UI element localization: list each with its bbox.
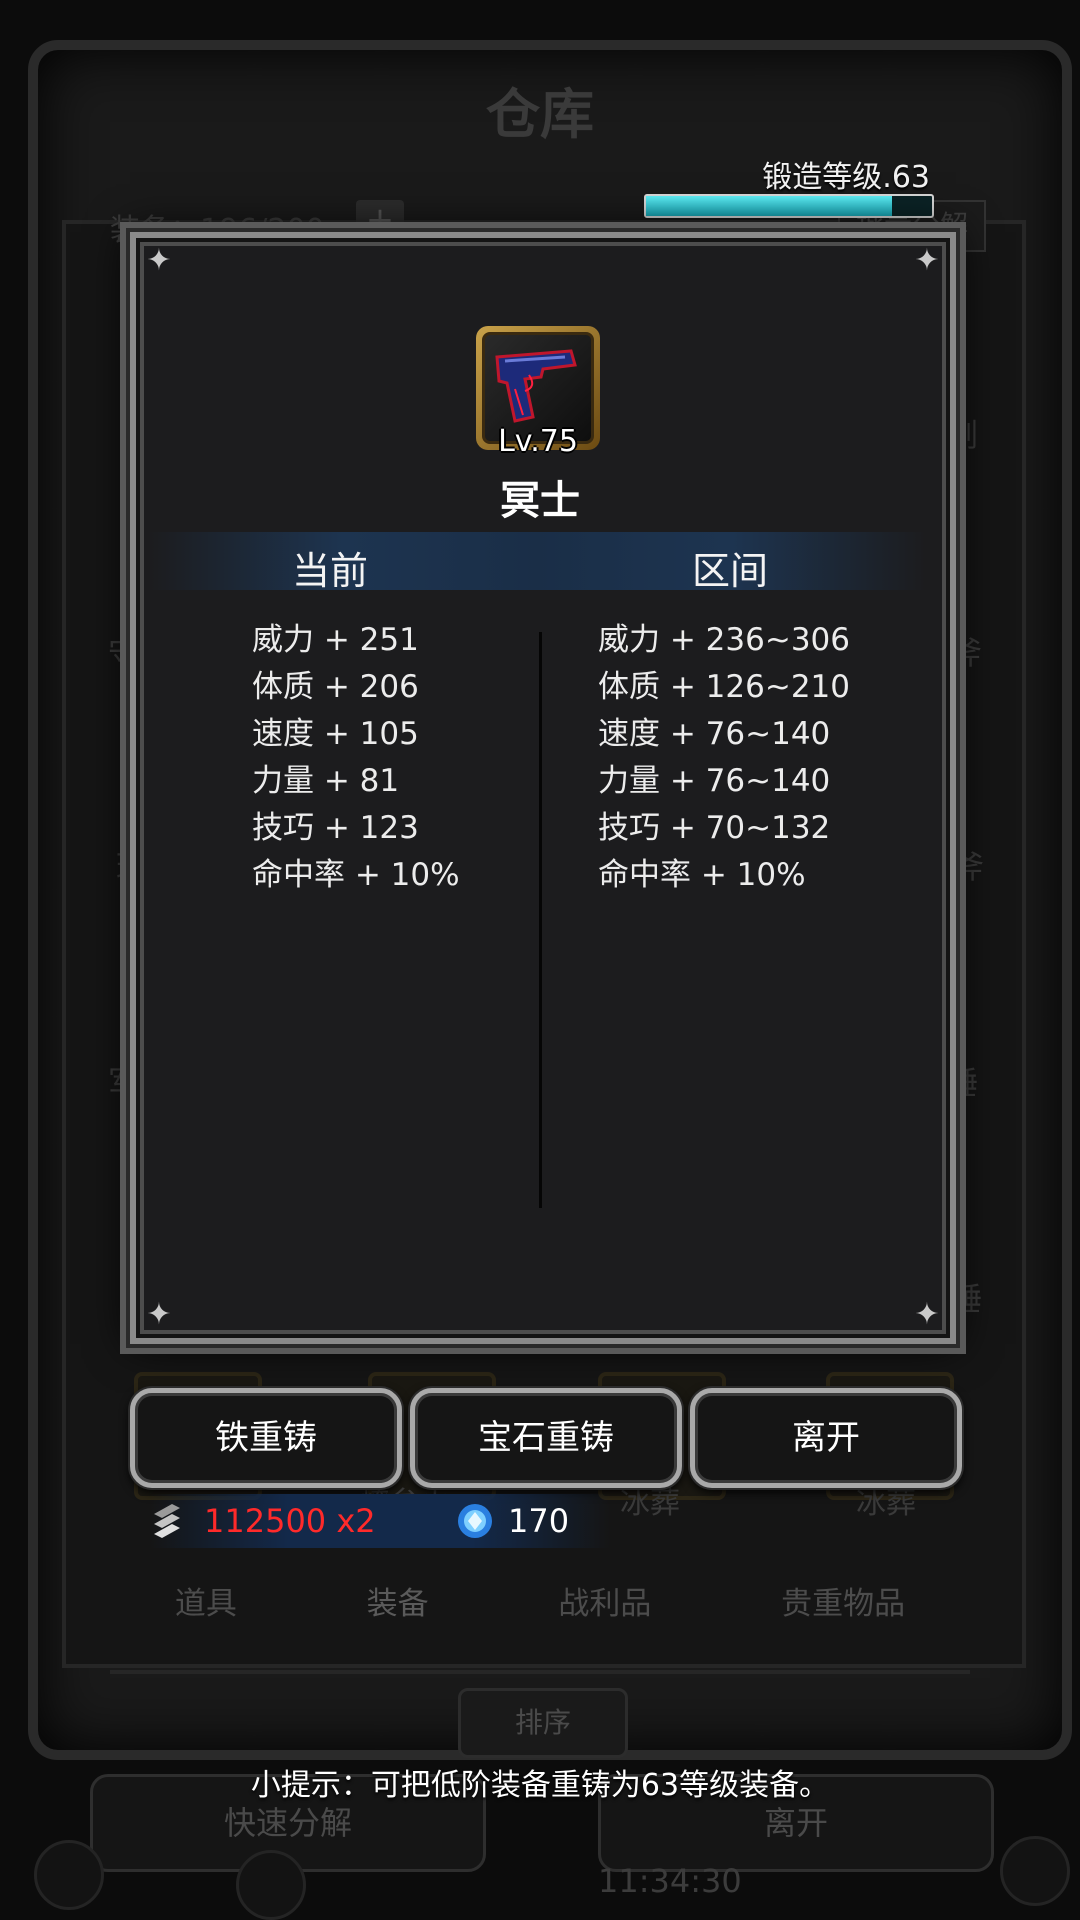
warehouse-tabs: 道具 装备 战利品 贵重物品 (110, 1560, 970, 1640)
forge-level-label: 锻造等级.63 (762, 160, 930, 195)
current-stat: 命中率 + 10% (252, 857, 460, 893)
corner-ornament-icon: ✦ (914, 243, 940, 278)
current-stat: 速度 + 105 (252, 716, 419, 752)
range-stat: 速度 + 76~140 (598, 716, 831, 752)
column-divider (539, 632, 542, 1208)
iron-cost-amount: 112500 x2 (204, 1502, 376, 1540)
range-stat: 体质 + 126~210 (598, 669, 850, 705)
warehouse-title: 仓库 (486, 82, 594, 146)
corner-ornament-icon: ✦ (146, 243, 172, 278)
tab-valuables: 贵重物品 (781, 1585, 906, 1622)
gem-recast-button[interactable]: 宝石重铸 (410, 1388, 682, 1488)
iron-recast-button[interactable]: 铁重铸 (130, 1388, 402, 1488)
add-icon (1000, 1836, 1070, 1906)
range-stat: 技巧 + 70~132 (598, 810, 831, 846)
current-column-header: 当前 (291, 549, 368, 593)
gem-icon (458, 1504, 492, 1538)
menu-icon (236, 1850, 306, 1920)
item-name: 冥士 (500, 478, 580, 524)
range-stat: 威力 + 236~306 (598, 622, 850, 658)
corner-ornament-icon: ✦ (914, 1297, 940, 1332)
range-column-header: 区间 (691, 549, 768, 593)
sort-button: 排序 (458, 1688, 628, 1758)
current-stat: 体质 + 206 (252, 669, 419, 705)
range-stat: 力量 + 76~140 (598, 763, 831, 799)
forge-level-bar (644, 194, 934, 218)
range-stat: 命中率 + 10% (598, 857, 806, 893)
clock-time: 11:34:30 (598, 1862, 742, 1900)
tab-loot: 战利品 (558, 1585, 652, 1622)
tab-items: 道具 (174, 1585, 237, 1622)
tip-text: 小提示：可把低阶装备重铸为63等级装备。 (250, 1768, 830, 1803)
corner-ornament-icon: ✦ (146, 1297, 172, 1332)
leave-button[interactable]: 离开 (690, 1388, 962, 1488)
gem-cost-amount: 170 (508, 1502, 570, 1540)
forge-level-fill (646, 196, 892, 216)
iron-ingot-icon (154, 1504, 180, 1538)
tab-underline (110, 1670, 970, 1674)
current-stat: 威力 + 251 (252, 622, 419, 658)
current-stat: 力量 + 81 (252, 763, 400, 799)
settings-icon (34, 1840, 104, 1910)
item-level: Lv.75 (498, 424, 578, 459)
tab-equipment: 装备 (366, 1585, 429, 1622)
current-stat: 技巧 + 123 (252, 810, 419, 846)
